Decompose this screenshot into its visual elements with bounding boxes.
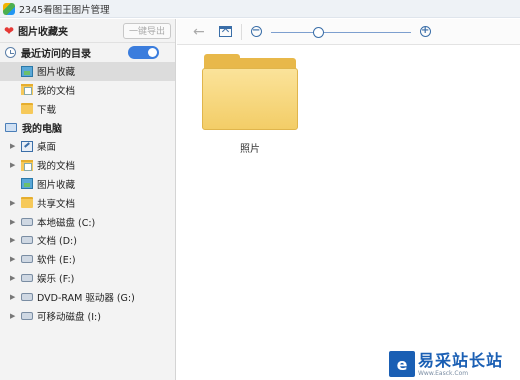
sidebar-item-label: 娱乐 (F:) (37, 273, 75, 285)
pictures-folder-icon (21, 178, 33, 190)
drive-icon (21, 273, 33, 282)
computer-section-label: 我的电脑 (22, 124, 62, 136)
back-arrow-icon[interactable]: ← (193, 24, 205, 40)
watermark-texts: 易采站长站 Www.Easck.Com (418, 350, 504, 377)
zoom-in-button[interactable]: + (419, 26, 431, 37)
watermark-name: 易采站长站 (418, 350, 504, 370)
expand-arrow-icon[interactable]: ▶ (10, 142, 18, 150)
sidebar-item-label: 可移动磁盘 (I:) (37, 311, 101, 323)
expand-arrow-icon[interactable]: ▶ (10, 274, 18, 282)
toolbar: ← − + (177, 19, 520, 45)
sidebar-item[interactable]: 下载 (0, 99, 175, 118)
sidebar: ❤ 图片收藏夹 一键导出 最近访问的目录 图片收藏 我的文档 下载 我的电脑 ▶ 桌面… (0, 19, 176, 380)
sidebar-item[interactable]: ▶ 软件 (E:) (0, 250, 175, 269)
sidebar-item[interactable]: 图片收藏 (0, 175, 175, 194)
expand-arrow-icon[interactable]: ▶ (10, 293, 18, 301)
documents-folder-icon (21, 84, 33, 96)
favorites-title: 图片收藏夹 (18, 27, 69, 38)
drive-icon (21, 217, 33, 226)
app-logo-icon (3, 2, 15, 15)
sidebar-item[interactable]: ▶ 可移动磁盘 (I:) (0, 306, 175, 325)
recent-toggle[interactable] (128, 45, 159, 59)
expand-arrow-icon[interactable]: ▶ (10, 312, 18, 320)
documents-folder-icon (21, 159, 33, 171)
watermark-logo-icon: e (389, 351, 415, 377)
sidebar-item[interactable]: ▶ 文档 (D:) (0, 231, 175, 250)
dvd-drive-icon (21, 292, 33, 301)
folder-icon (21, 197, 33, 209)
folder-icon (202, 68, 298, 130)
expand-arrow-icon[interactable]: ▶ (10, 161, 18, 169)
export-button[interactable]: 一键导出 (123, 22, 171, 39)
folder-item[interactable]: 照片 (202, 54, 298, 155)
folder-name: 照片 (240, 144, 260, 155)
recent-section-label: 最近访问的目录 (21, 48, 91, 60)
computer-section[interactable]: 我的电脑 (0, 118, 175, 137)
expand-arrow-icon[interactable]: ▶ (10, 199, 18, 207)
sidebar-item[interactable]: ▶ 本地磁盘 (C:) (0, 212, 175, 231)
watermark: e 易采站长站 Www.Easck.Com (386, 348, 520, 380)
sidebar-item-label: 我的文档 (37, 161, 76, 173)
clock-icon (5, 46, 16, 58)
favorites-header: ❤ 图片收藏夹 一键导出 (0, 19, 175, 43)
sidebar-item-label: 本地磁盘 (C:) (37, 217, 96, 229)
sidebar-item-label: 桌面 (37, 142, 57, 154)
desktop-icon (21, 140, 33, 152)
expand-arrow-icon[interactable]: ▶ (10, 218, 18, 226)
expand-arrow-icon[interactable]: ▶ (10, 236, 18, 244)
sidebar-item[interactable]: ▶ 桌面 (0, 137, 175, 156)
sidebar-item-label: 文档 (D:) (37, 236, 77, 248)
drive-icon (21, 236, 33, 245)
zoom-slider[interactable] (270, 26, 411, 38)
computer-list: ▶ 桌面 ▶ 我的文档图片收藏 ▶ 共享文档 ▶ 本地磁盘 (C:) ▶ 文档 (D:) ▶ 软件 (… (0, 137, 175, 325)
computer-icon (5, 123, 17, 133)
sidebar-item[interactable]: 我的文档 (0, 81, 175, 100)
pictures-folder-icon (21, 65, 33, 77)
sidebar-item[interactable]: 图片收藏 (0, 61, 175, 81)
drive-icon (21, 255, 33, 264)
window-title: 2345看图王图片管理 (19, 4, 110, 16)
main-content: 照片 (177, 46, 520, 380)
sidebar-item-label: 软件 (E:) (37, 255, 76, 267)
zoom-slider-thumb[interactable] (313, 26, 325, 38)
sidebar-item-label: 图片收藏 (37, 67, 76, 79)
up-folder-icon[interactable] (218, 26, 232, 37)
sidebar-item[interactable]: ▶ 共享文档 (0, 193, 175, 212)
folder-icon (21, 103, 33, 115)
watermark-url: Www.Easck.Com (418, 369, 469, 377)
sidebar-item[interactable]: ▶ 我的文档 (0, 156, 175, 175)
recent-section[interactable]: 最近访问的目录 (0, 43, 175, 62)
drive-icon (21, 311, 33, 320)
sidebar-item-label: 图片收藏 (37, 179, 76, 191)
sidebar-item[interactable]: ▶ DVD-RAM 驱动器 (G:) (0, 287, 175, 306)
sidebar-item[interactable]: ▶ 娱乐 (F:) (0, 269, 175, 288)
recent-list: 图片收藏我的文档下载 (0, 61, 175, 118)
toolbar-divider (240, 23, 242, 40)
sidebar-item-label: 下载 (37, 104, 57, 116)
expand-arrow-icon[interactable]: ▶ (10, 255, 18, 263)
sidebar-item-label: DVD-RAM 驱动器 (G:) (37, 292, 135, 304)
sidebar-item-label: 我的文档 (37, 85, 76, 97)
zoom-out-button[interactable]: − (250, 26, 262, 37)
title-bar: 2345看图王图片管理 (0, 0, 520, 18)
heart-icon: ❤ (4, 23, 15, 38)
zoom-slider-track (270, 31, 411, 33)
sidebar-item-label: 共享文档 (37, 198, 76, 210)
